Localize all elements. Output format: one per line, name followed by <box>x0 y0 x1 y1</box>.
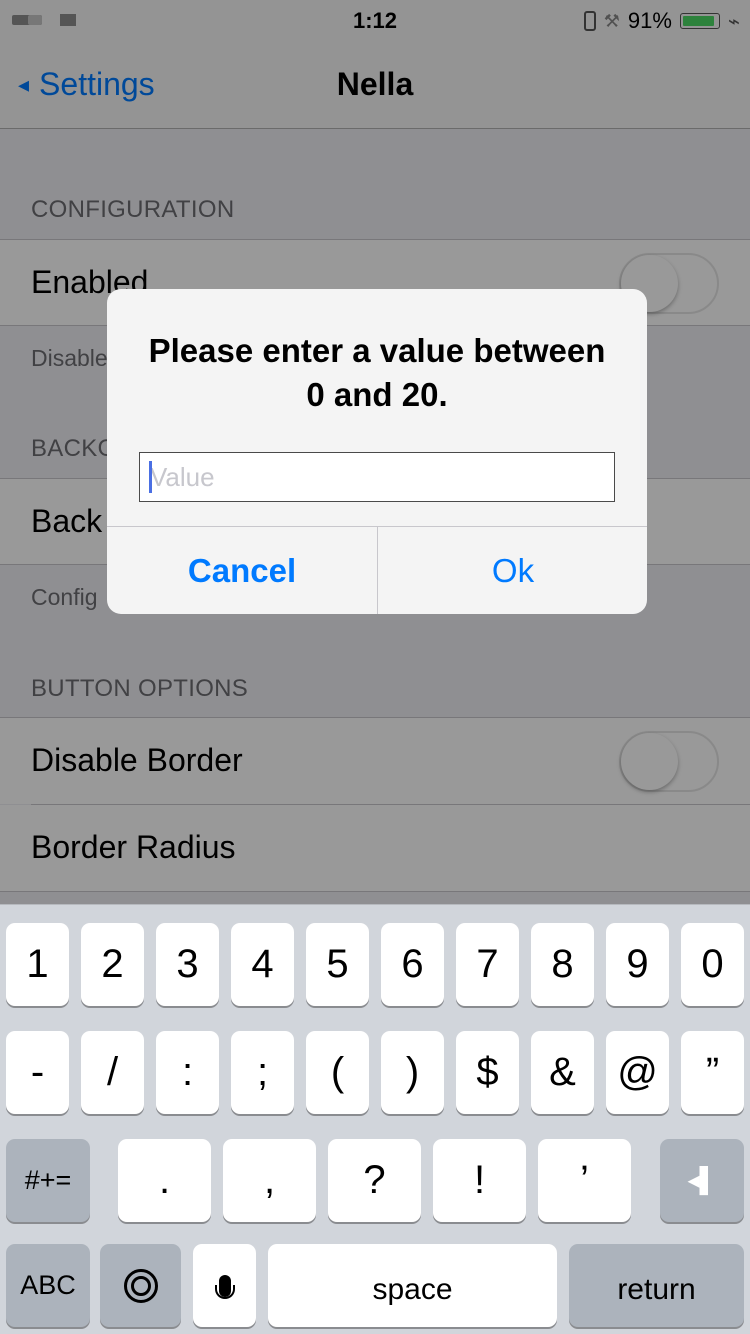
key-semicolon[interactable]: ; <box>231 1031 294 1114</box>
key-at[interactable]: @ <box>606 1031 669 1114</box>
key-ampersand[interactable]: & <box>531 1031 594 1114</box>
alert-dialog: Please enter a value between 0 and 20. C… <box>107 289 647 614</box>
key-apostrophe[interactable]: ’ <box>538 1139 631 1222</box>
key-1[interactable]: 1 <box>6 923 69 1006</box>
key-globe[interactable] <box>100 1244 181 1327</box>
key-4[interactable]: 4 <box>231 923 294 1006</box>
value-input[interactable] <box>139 452 615 502</box>
delete-icon: ◂▌ <box>687 1167 717 1194</box>
key-5[interactable]: 5 <box>306 923 369 1006</box>
globe-icon <box>123 1268 158 1303</box>
ok-button[interactable]: Ok <box>378 527 647 614</box>
key-7[interactable]: 7 <box>456 923 519 1006</box>
delete-key[interactable]: ◂▌ <box>660 1139 744 1222</box>
key-dollar[interactable]: $ <box>456 1031 519 1114</box>
key-exclamation[interactable]: ! <box>433 1139 526 1222</box>
key-close-paren[interactable]: ) <box>381 1031 444 1114</box>
alert-title: Please enter a value between 0 and 20. <box>127 329 627 417</box>
alert-title-line2: 0 and 20. <box>306 376 448 413</box>
key-0[interactable]: 0 <box>681 923 744 1006</box>
key-9[interactable]: 9 <box>606 923 669 1006</box>
key-abc[interactable]: ABC <box>6 1244 90 1327</box>
alert-title-line1: Please enter a value between <box>148 332 606 369</box>
keyboard: 1 2 3 4 5 6 7 8 9 0 - / : ; ( ) $ & @ ” … <box>0 904 750 1334</box>
key-quote[interactable]: ” <box>681 1031 744 1114</box>
cancel-button[interactable]: Cancel <box>107 527 377 614</box>
key-period[interactable]: . <box>118 1139 211 1222</box>
key-space[interactable]: space <box>268 1244 557 1327</box>
key-return[interactable]: return <box>569 1244 744 1327</box>
key-dictation[interactable] <box>193 1244 256 1327</box>
key-colon[interactable]: : <box>156 1031 219 1114</box>
text-caret <box>149 461 152 493</box>
microphone-icon <box>214 1274 235 1299</box>
key-6[interactable]: 6 <box>381 923 444 1006</box>
key-comma[interactable]: , <box>223 1139 316 1222</box>
key-8[interactable]: 8 <box>531 923 594 1006</box>
key-3[interactable]: 3 <box>156 923 219 1006</box>
key-slash[interactable]: / <box>81 1031 144 1114</box>
screen: 1:12 ⚒ 91% ⌁ ◂ Settings Nella CONFIGURAT… <box>0 0 750 1334</box>
key-open-paren[interactable]: ( <box>306 1031 369 1114</box>
key-hyphen[interactable]: - <box>6 1031 69 1114</box>
key-more-symbols[interactable]: #+= <box>6 1139 90 1222</box>
key-2[interactable]: 2 <box>81 923 144 1006</box>
key-question[interactable]: ? <box>328 1139 421 1222</box>
